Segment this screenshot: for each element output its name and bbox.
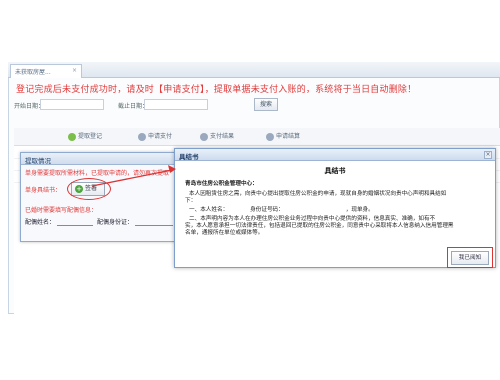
item1-suffix: ，现单身。 (345, 207, 374, 213)
toolbar: 提取登记 申请支付 支付结果 申请结算 (14, 128, 500, 146)
tab-withdrawal[interactable]: 未获取房屋... × (10, 64, 82, 78)
acknowledge-button[interactable]: 我已阅知 (451, 251, 489, 265)
tab-label: 未获取房屋... (15, 69, 51, 76)
tab-strip: 未获取房屋... × (8, 62, 500, 78)
settle-icon (266, 132, 274, 141)
toolbar-label: 支付结果 (210, 133, 235, 140)
payment-icon (138, 132, 146, 141)
spouse-id-label: 配偶身份证： (97, 219, 134, 226)
item1-prefix: 一、本人姓名： (189, 207, 229, 213)
start-date-input[interactable] (40, 99, 104, 110)
document-paragraph: 本人因租赁住房之需，向贵中心提出提取住房公积金的申请，现就自身的婚姻状况向贵中心… (189, 191, 447, 197)
spouse-id-input[interactable] (135, 225, 173, 226)
spouse-name-input[interactable] (57, 225, 93, 226)
end-date-input[interactable] (144, 99, 208, 110)
annotation-circle (67, 178, 111, 200)
payment-warning: 登记完成后未支付成功时，请及时【申请支付】，提取单据未支付入账的，系统将于当日自… (16, 85, 417, 95)
dialog-title: 提取情况 (21, 153, 175, 165)
toolbar-label: 申请支付 (148, 133, 173, 140)
document-item2-end: 名单，通报所在单位或媒体等。 (185, 230, 264, 236)
dialog-title: 具结书 (175, 149, 495, 161)
search-button[interactable]: 搜索 (254, 98, 278, 111)
toolbar-label: 提取登记 (78, 133, 103, 140)
spouse-name-label: 配偶姓名： (25, 219, 56, 226)
toolbar-label: 申请结算 (276, 133, 301, 140)
toolbar-apply-payment[interactable]: 申请支付 (138, 131, 172, 141)
top-blank-area (0, 0, 500, 58)
document-item2-cont: 实，本人愿意承担一切法律责任，包括退回已提取的住房公积金，同意贵中心采取将本人信… (185, 223, 454, 229)
item1-mid: 身份证号码： (250, 207, 284, 213)
document-item2: 二、本声明内容为本人在办理住房公积金业务过程中向贵中心提供的资料，信息真实、准确… (189, 216, 436, 222)
toolbar-extract-register[interactable]: 提取登记 (68, 131, 102, 141)
add-icon (68, 132, 76, 141)
married-note: 已婚时需要填写配偶信息： (25, 207, 98, 214)
single-note: 单身需要提取所需材料，已提取申请的，请勿再次提取 (25, 170, 170, 177)
document-heading: 具结书 (324, 167, 346, 175)
statement-dialog: 具结书 × 具结书 青岛市住房公积金管理中心： 本人因租赁住房之需，向贵中心提出… (174, 148, 496, 268)
result-icon (200, 132, 208, 141)
close-icon[interactable]: × (484, 151, 492, 159)
toolbar-apply-settle[interactable]: 申请结算 (266, 131, 300, 141)
document-paragraph-cont: 下： (185, 198, 197, 204)
toolbar-payment-result[interactable]: 支付结果 (200, 131, 234, 141)
close-icon[interactable]: × (72, 67, 77, 74)
document-item1: 一、本人姓名： 身份证号码： ，现单身。 (189, 207, 374, 214)
document-addressee: 青岛市住房公积金管理中心： (185, 181, 258, 187)
single-statement-label: 单身具结书： (25, 187, 62, 194)
withdrawal-info-dialog: 提取情况 单身需要提取所需材料，已提取申请的，请勿再次提取 单身具结书： + 签署… (20, 152, 176, 242)
